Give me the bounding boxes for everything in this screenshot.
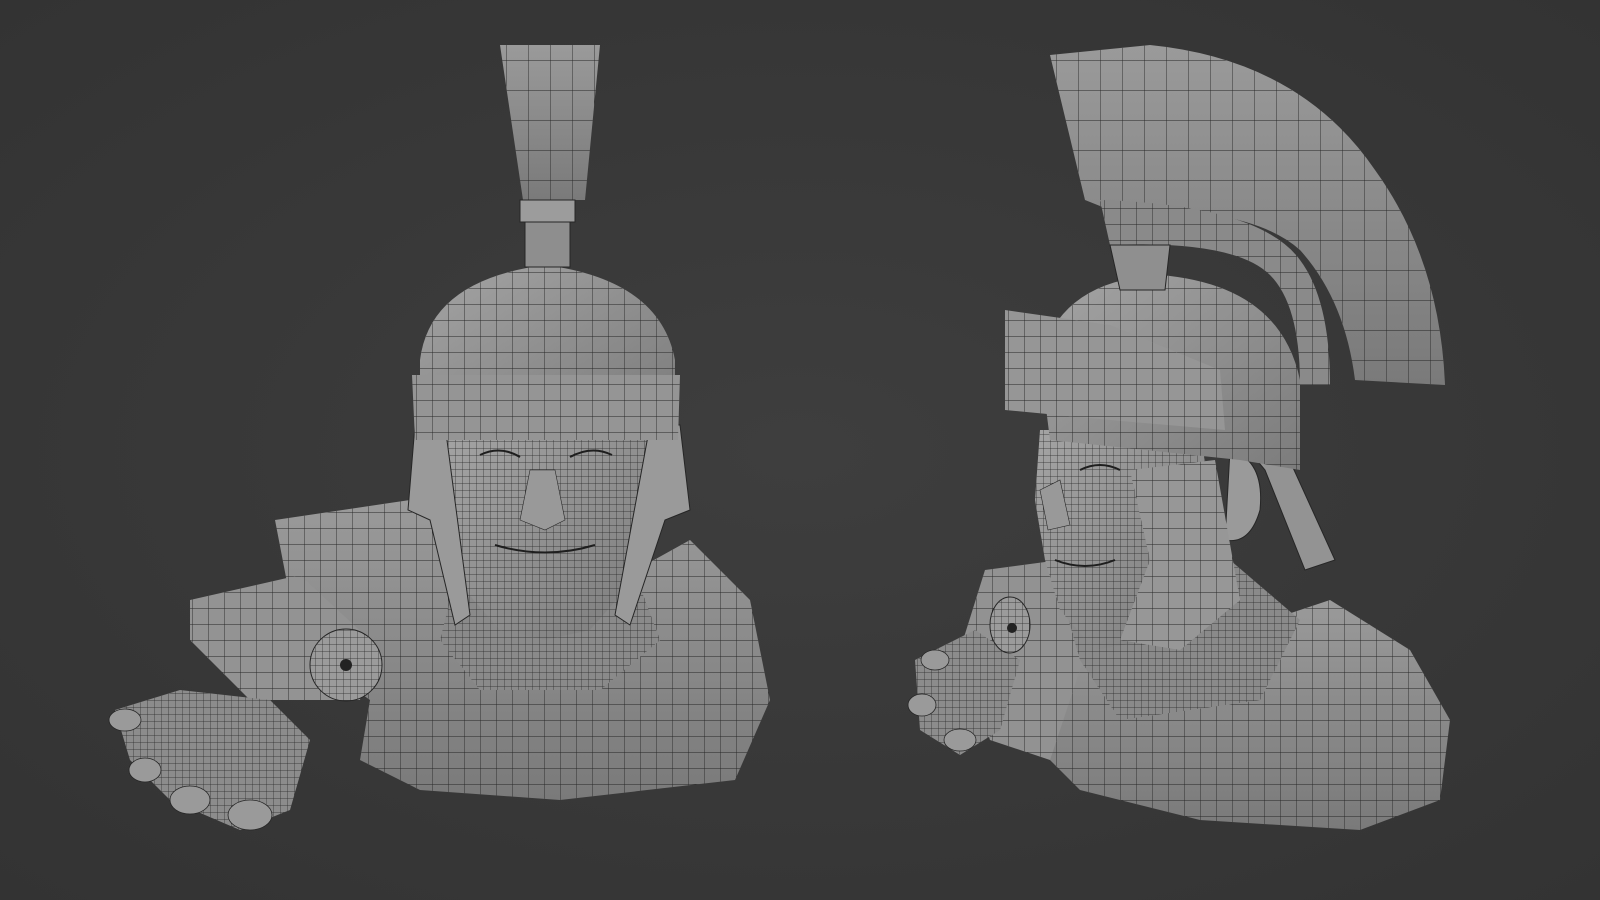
brooch-three-quarter: [989, 596, 1031, 654]
viewport-canvas[interactable]: [0, 0, 1600, 900]
brooch-front: [309, 628, 383, 702]
3d-viewport[interactable]: [0, 0, 1600, 900]
